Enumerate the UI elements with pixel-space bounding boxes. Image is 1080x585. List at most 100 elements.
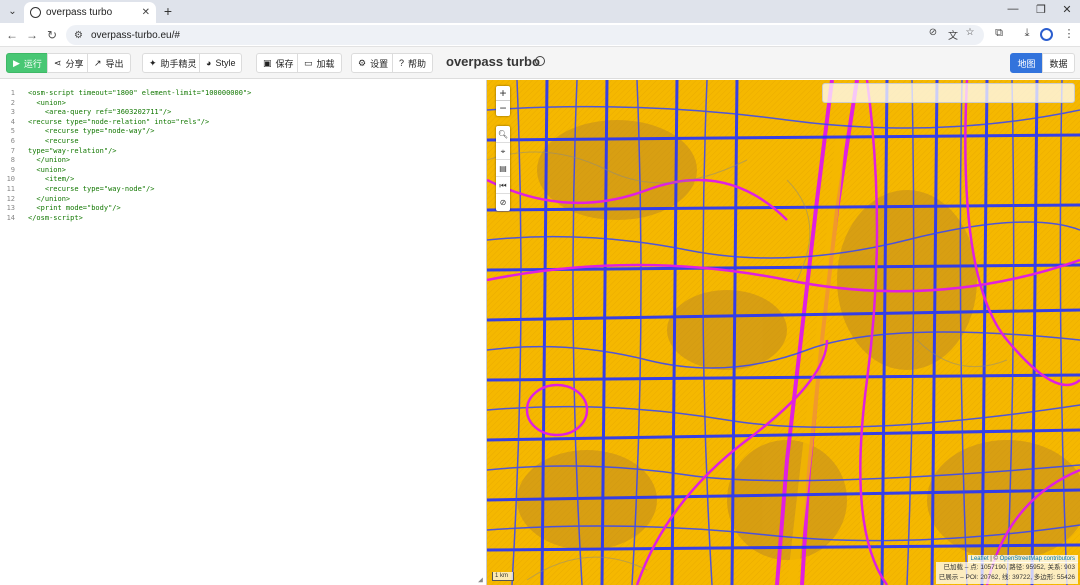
export-label: 导出: [105, 58, 124, 69]
load-label: 加载: [316, 58, 335, 69]
line-number: 2: [10, 98, 15, 107]
fullscreen-icon[interactable]: ⏮︎: [496, 177, 510, 194]
code-line: <osm-script timeout="1800" element-limit…: [28, 89, 252, 97]
maximize-button[interactable]: ❐: [1030, 3, 1052, 16]
wizard-button[interactable]: ✦ 助手精灵: [142, 53, 204, 73]
app-title: overpass turbo: [446, 54, 540, 69]
site-info-icon[interactable]: ⚙: [74, 30, 83, 41]
line-number: 5: [10, 127, 15, 136]
map-search-input[interactable]: [822, 83, 1075, 103]
code-line: type="way-relation"/>: [28, 146, 117, 155]
settings-button[interactable]: ⚙ 设置: [351, 53, 396, 73]
query-editor[interactable]: 1 2 3 4 5 6 7 8 9 10 11 12 13 14 <osm-sc…: [0, 80, 487, 585]
line-number: 13: [6, 204, 15, 213]
scale-bar: 1 km: [492, 572, 514, 581]
line-gutter: 1 2 3 4 5 6 7 8 9 10 11 12 13 14: [0, 80, 20, 585]
toggle-data-icon[interactable]: ⊘: [496, 194, 510, 211]
forward-icon[interactable]: →: [23, 26, 41, 44]
app-logo-icon: [535, 56, 545, 66]
profile-avatar[interactable]: [1040, 28, 1053, 41]
question-icon: ?: [399, 58, 405, 68]
line-number: 1: [10, 89, 15, 97]
run-label: 运行: [23, 58, 42, 69]
line-number: 11: [6, 185, 15, 193]
code-line: <union>: [28, 98, 66, 107]
palette-icon: ◕: [206, 58, 212, 68]
code-line: <recurse type="node-relation" into="rels…: [28, 117, 210, 126]
download-icon[interactable]: ⤓: [1018, 27, 1036, 40]
resize-handle-icon[interactable]: ◢: [478, 575, 483, 584]
zoom-in-button[interactable]: +: [496, 86, 510, 101]
reload-icon[interactable]: ↻: [43, 26, 61, 44]
url-field[interactable]: ⚙ overpass-turbo.eu/#: [66, 25, 984, 45]
line-number: 6: [10, 137, 15, 145]
line-number: 4: [10, 117, 15, 126]
code-line: </union>: [28, 156, 71, 165]
line-number: 12: [6, 194, 15, 203]
app-toolbar: ▶ 运行 ⋖ 分享 ↗ 导出 ✦ 助手精灵 ◕ Style ▣ 保存 ▭ 加载 …: [0, 47, 1080, 79]
code-line: <item/>: [28, 175, 75, 184]
map-view[interactable]: + − 🔍︎ ⌖ ▤ ⏮︎ ⊘ Leaflet | © OpenStreetMa…: [487, 80, 1080, 585]
tab-map[interactable]: 地图: [1010, 53, 1043, 73]
close-tab-icon[interactable]: ✕: [142, 7, 150, 18]
new-tab-button[interactable]: +: [160, 3, 176, 19]
line-number: 7: [10, 146, 15, 155]
code-line: <area-query ref="3603202711"/>: [28, 108, 172, 117]
fit-data-icon[interactable]: ▤: [496, 160, 510, 177]
code-line: <recurse type="node-way"/>: [28, 127, 155, 136]
code-line: <print mode="body"/>: [28, 204, 121, 213]
save-button[interactable]: ▣ 保存: [256, 53, 301, 73]
code-line: <recurse: [28, 137, 79, 145]
export-button[interactable]: ↗ 导出: [87, 53, 131, 73]
stats-displayed: 已展示 – POI: 20762, 线: 39722, 多边形: 55426: [938, 574, 1075, 581]
code-line: <union>: [28, 165, 66, 174]
wand-icon: ✦: [149, 57, 157, 68]
zoom-control: + −: [496, 86, 510, 116]
zoom-out-button[interactable]: −: [496, 101, 510, 116]
load-button[interactable]: ▭ 加载: [297, 53, 342, 73]
tab-title: overpass turbo: [46, 7, 113, 18]
line-number: 8: [10, 156, 15, 165]
save-label: 保存: [275, 58, 294, 69]
style-button[interactable]: ◕ Style: [199, 53, 243, 73]
help-label: 帮助: [408, 58, 427, 69]
stats-loaded: 已加载 – 点: 1057190, 路径: 95952, 关系: 903: [943, 564, 1075, 571]
style-label: Style: [215, 58, 236, 68]
run-button[interactable]: ▶ 运行: [6, 53, 49, 73]
tab-data[interactable]: 数据: [1042, 53, 1075, 73]
menu-kebab-icon[interactable]: ⋮: [1060, 27, 1078, 40]
bookmark-star-icon[interactable]: ☆: [962, 27, 978, 38]
code-line: </union>: [28, 194, 71, 203]
browser-tab[interactable]: overpass turbo ✕: [24, 2, 156, 23]
gear-icon: ⚙: [358, 57, 367, 68]
save-icon: ▣: [263, 57, 272, 68]
minimize-button[interactable]: —: [1002, 3, 1024, 15]
data-stats: 已加载 – 点: 1057190, 路径: 95952, 关系: 903 已展示…: [935, 562, 1078, 584]
map-overlay: [487, 80, 1080, 585]
tracking-icon[interactable]: ⊘: [925, 27, 941, 38]
play-icon: ▶: [13, 57, 20, 68]
export-icon: ↗: [94, 57, 102, 68]
locate-icon[interactable]: ⌖: [496, 143, 510, 160]
url-text: overpass-turbo.eu/#: [90, 29, 180, 41]
help-button[interactable]: ? 帮助: [392, 53, 434, 73]
folder-icon: ▭: [304, 57, 313, 68]
line-number: 10: [6, 175, 15, 184]
code-line: <recurse type="way-node"/>: [28, 185, 155, 193]
line-number: 3: [10, 108, 15, 117]
share-label: 分享: [65, 58, 84, 69]
browser-tabstrip: ⌄ overpass turbo ✕ + — ❐ ✕: [0, 0, 1080, 23]
line-number: 9: [10, 165, 15, 174]
share-button[interactable]: ⋖ 分享: [47, 53, 91, 73]
search-map-icon[interactable]: 🔍︎: [496, 126, 510, 143]
wizard-label: 助手精灵: [160, 58, 197, 69]
extensions-icon[interactable]: ⧉: [990, 27, 1008, 40]
settings-label: 设置: [370, 58, 389, 69]
translate-icon[interactable]: 文: [945, 27, 961, 42]
address-bar-row: ← → ↻ ⚙ overpass-turbo.eu/# ⊘ 文 ☆ ⧉ ⤓ ⋮: [0, 23, 1080, 47]
line-number: 14: [6, 213, 15, 222]
close-window-button[interactable]: ✕: [1056, 3, 1078, 16]
tab-search-icon[interactable]: ⌄: [4, 3, 21, 20]
back-icon[interactable]: ←: [3, 26, 21, 44]
code-line: </osm-script>: [28, 213, 83, 222]
